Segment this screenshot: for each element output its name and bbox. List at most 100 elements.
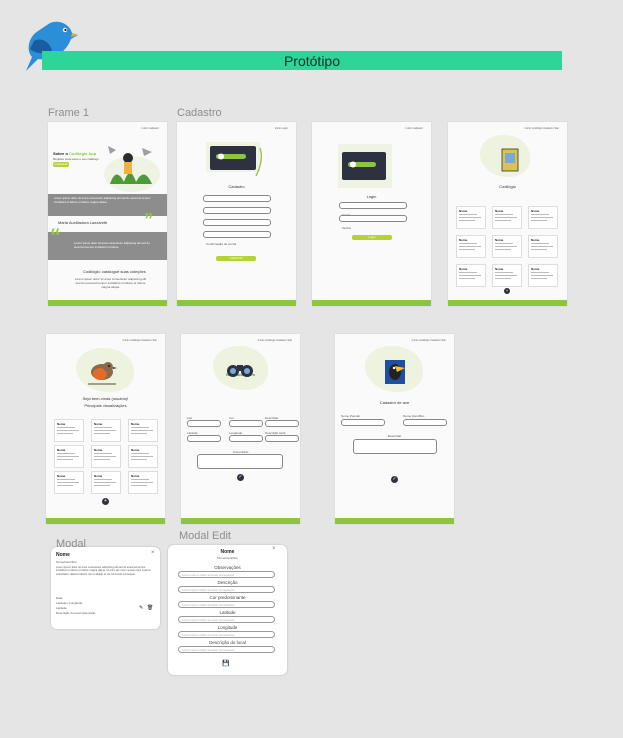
nome-cientifico-label: Nome Científico [403,414,425,418]
login-button[interactable]: Login [352,235,392,240]
list-item[interactable]: Nome [128,471,158,494]
card-line [459,243,477,244]
close-icon[interactable]: × [272,546,276,552]
list-item[interactable]: Nome [456,206,486,229]
card-title: Nome [57,448,66,452]
footer [46,518,165,524]
card-line [94,479,112,480]
page-title: Protótipo [283,53,341,69]
login-senha-input[interactable]: Senha [342,226,351,230]
hero-button[interactable]: Cadastrar [53,162,69,167]
cadastro-ave-title: Cadastro de ave [379,400,410,405]
nav-bar[interactable]: Início Codilógio Cadastro Sair [412,339,446,342]
field-input[interactable] [229,435,263,442]
card-line [459,249,475,250]
nav-bar[interactable]: Início Codilógio Cadastro Sair [258,339,292,342]
footer [335,518,454,524]
cadastro-label: Cadastro [177,107,222,119]
card-line [495,278,511,279]
edit-field-input[interactable]: Lorem ipsum dolor sit amet consectetur [178,586,275,593]
nav-bar[interactable]: Início Codilógio Cadastro Sair [525,127,559,130]
list-item[interactable]: Nome [91,419,121,442]
card-line [94,456,116,457]
list-item[interactable]: Nome [54,419,84,442]
comment-input[interactable] [197,454,283,469]
card-line [94,430,116,431]
card-line [531,220,547,221]
cadastro-title: Cadastro [228,184,245,189]
trash-icon[interactable]: 🗑 [147,605,153,611]
footer [181,518,300,524]
card-line [459,278,475,279]
list-item[interactable]: Nome [528,206,558,229]
list-item[interactable]: Nome [91,445,121,468]
list-item[interactable]: Nome [128,419,158,442]
confirm-senha-input[interactable]: Confirmação de senha [206,242,236,246]
modal: Nome × NomeCientífico Lorem ipsum dolor … [51,547,160,629]
list-item[interactable]: Nome [456,235,486,258]
list-item[interactable]: Nome [456,264,486,287]
card-line [94,459,110,460]
add-button[interactable]: + [504,288,510,294]
list-item[interactable]: Nome [128,445,158,468]
card-line [531,246,553,247]
nav-bar[interactable]: Início Login [275,127,288,130]
submit-button[interactable]: ✓ [237,474,244,481]
robin-bird-icon [88,362,117,385]
section-body: Lorem ipsum dolor sit amet consectetur a… [74,277,147,289]
list-item[interactable]: Nome [54,445,84,468]
frame1-label: Frame 1 [48,107,89,119]
list-item[interactable]: Nome [528,235,558,258]
card-line [495,220,511,221]
nome-popular-input[interactable] [341,419,385,426]
frame-nova-avistagem: Início Codilógio Cadastro Sair Nova avis… [181,334,300,524]
welcome-subheading: Principais visualizações [84,403,127,408]
card-title: Nome [57,474,66,478]
edit-icon[interactable]: ✎ [139,605,143,611]
card-title: Nome [495,267,504,271]
card-line [495,249,511,250]
card-line [131,427,149,428]
hero-subtitle: Registre suas aves e seu catálogo [53,157,99,161]
field-input[interactable] [187,420,221,427]
edit-field-input[interactable]: Lorem ipsum dolor sit amet consectetur [178,646,275,653]
edit-field-input[interactable]: Lorem ipsum dolor sit amet consectetur [178,601,275,608]
card-title: Nome [94,474,103,478]
descricao-input[interactable] [353,439,437,454]
submit-button[interactable]: ✓ [391,476,398,483]
edit-field-label: Cor predominante [209,595,246,600]
card-line [94,433,110,434]
nav-bar[interactable]: Início Cadastro [142,127,159,130]
nav-bar[interactable]: Início Codilógio Cadastro Sair [123,339,157,342]
list-item[interactable]: Nome [492,235,522,258]
footer [177,300,296,306]
edit-field-input[interactable]: Lorem ipsum dolor sit amet consectetur [178,616,275,623]
cadastrar-button[interactable]: Cadastrar [216,256,256,261]
card-line [531,275,553,276]
field-input[interactable] [187,435,221,442]
nav-bar[interactable]: Início Cadastro [406,127,423,130]
welcome-heading: Seja bem-vinda (usuário)! [82,396,129,401]
card-line [459,246,481,247]
add-button[interactable]: + [102,498,109,505]
card-line [131,479,149,480]
field-input[interactable] [265,420,299,427]
quote-close-icon: ” [144,210,153,230]
list-item[interactable]: Nome [91,471,121,494]
list-item[interactable]: Nome [528,264,558,287]
edit-field-input[interactable]: Lorem ipsum dolor sit amet consectetur [178,571,275,578]
nome-cientifico-input[interactable] [403,419,447,426]
quote-band: Lorem ipsum dolor sit amet consectetur a… [48,232,167,260]
list-item[interactable]: Nome [54,471,84,494]
login-title: Login [366,194,377,199]
field-input[interactable] [265,435,299,442]
close-icon[interactable]: × [151,550,155,556]
card-line [531,272,549,273]
edit-field-input[interactable]: Lorem ipsum dolor sit amet consectetur [178,631,275,638]
field-input[interactable] [229,420,263,427]
card-title: Nome [531,238,540,242]
list-item[interactable]: Nome [492,264,522,287]
list-item[interactable]: Nome [492,206,522,229]
descricao-label: Descrição [387,434,402,438]
save-icon[interactable]: 💾 [222,660,229,667]
